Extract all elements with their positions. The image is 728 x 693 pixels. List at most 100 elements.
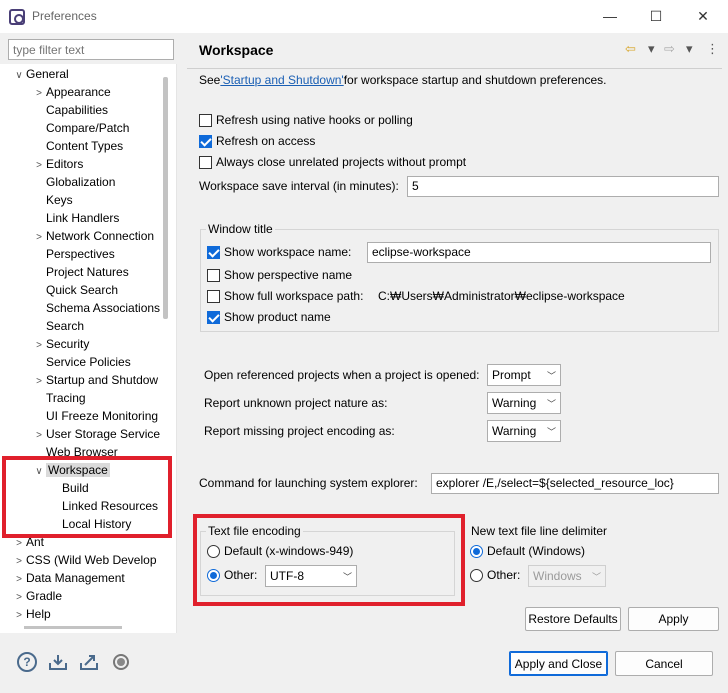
save-interval-label: Workspace save interval (in minutes):: [199, 179, 399, 193]
tree-item[interactable]: Link Handlers: [32, 209, 119, 227]
export-icon[interactable]: [79, 652, 99, 672]
header-separator: [187, 68, 722, 69]
tree-item[interactable]: > Editors: [32, 155, 83, 173]
tree-item[interactable]: Globalization: [32, 173, 115, 191]
delimiter-other-option[interactable]: Other:: [470, 568, 520, 582]
open-referenced-select[interactable]: Prompt ﹀: [487, 364, 561, 386]
show-full-path-option[interactable]: Show full workspace path:: [207, 289, 363, 303]
always-close-checkbox[interactable]: [199, 155, 212, 169]
tree-item[interactable]: Project Natures: [32, 263, 129, 281]
show-workspace-name-option[interactable]: Show workspace name:: [207, 245, 351, 259]
tree-item[interactable]: Tracing: [32, 389, 86, 407]
cancel-button[interactable]: Cancel: [615, 651, 713, 676]
preference-tree: ∨ General > Appearance Capabilities Compare/P…: [0, 64, 177, 633]
missing-encoding-label: Report missing project encoding as:: [204, 424, 395, 438]
show-workspace-name-label: Show workspace name:: [224, 245, 352, 259]
tree-item[interactable]: Quick Search: [32, 281, 118, 299]
tree-item-label: Quick Search: [46, 283, 119, 297]
minimize-button[interactable]: —: [590, 4, 630, 28]
show-perspective-option[interactable]: Show perspective name: [207, 268, 352, 282]
unknown-nature-select[interactable]: Warning ﹀: [487, 392, 561, 414]
expanded-arrow-icon[interactable]: ∨: [12, 67, 26, 85]
show-workspace-name-checkbox[interactable]: [207, 245, 220, 259]
import-icon[interactable]: [48, 652, 68, 672]
delimiter-other-radio[interactable]: [470, 568, 483, 582]
tree-item[interactable]: Perspectives: [32, 245, 115, 263]
view-menu-icon[interactable]: ⋮: [706, 41, 719, 57]
tree-item-label: Help: [26, 607, 51, 621]
delimiter-value: Windows: [533, 569, 582, 583]
tree-item[interactable]: > Appearance: [32, 83, 111, 101]
maximize-button[interactable]: ☐: [636, 4, 676, 28]
missing-encoding-select[interactable]: Warning ﹀: [487, 420, 561, 442]
back-dropdown-icon[interactable]: ▾: [648, 41, 655, 57]
chevron-down-icon: ﹀: [546, 370, 556, 381]
tree-item[interactable]: Keys: [32, 191, 73, 209]
tree-item-label: Globalization: [46, 175, 116, 189]
tree-item[interactable]: > Gradle: [12, 587, 62, 605]
tree-item[interactable]: Search: [32, 317, 84, 335]
tree-item-label: Content Types: [46, 139, 124, 153]
show-full-path-checkbox[interactable]: [207, 289, 220, 303]
tree-item[interactable]: Compare/Patch: [32, 119, 129, 137]
tree-item[interactable]: Capabilities: [32, 101, 108, 119]
show-product-option[interactable]: Show product name: [207, 310, 331, 324]
delimiter-default-radio[interactable]: [470, 544, 483, 558]
refresh-access-option[interactable]: Refresh on access: [199, 134, 315, 148]
explorer-command-input[interactable]: explorer /E,/select=${selected_resource_…: [431, 473, 719, 494]
tree-item[interactable]: ∨ General: [12, 65, 69, 85]
delimiter-default-option[interactable]: Default (Windows): [470, 544, 585, 558]
show-perspective-checkbox[interactable]: [207, 268, 220, 282]
explorer-command-label: Command for launching system explorer:: [199, 476, 418, 490]
tree-item-label: Compare/Patch: [46, 121, 130, 135]
apply-and-close-button[interactable]: Apply and Close: [509, 651, 608, 676]
tree-item[interactable]: > Startup and Shutdow: [32, 371, 158, 389]
unknown-nature-label: Report unknown project nature as:: [204, 396, 388, 410]
show-full-path-label: Show full workspace path:: [224, 289, 364, 303]
open-referenced-label: Open referenced projects when a project …: [204, 368, 480, 382]
show-product-checkbox[interactable]: [207, 310, 220, 324]
collapsed-arrow-icon[interactable]: >: [12, 607, 26, 625]
save-interval-input[interactable]: 5: [407, 176, 719, 197]
back-icon[interactable]: ⇦: [625, 41, 636, 57]
record-icon[interactable]: [111, 652, 131, 672]
tree-item-label: UI Freeze Monitoring: [46, 409, 159, 423]
show-perspective-label: Show perspective name: [224, 268, 353, 282]
restore-defaults-button[interactable]: Restore Defaults: [525, 607, 621, 631]
tree-item[interactable]: Content Types: [32, 137, 123, 155]
tree-item[interactable]: > CSS (Wild Web Develop: [12, 551, 156, 569]
tree-item[interactable]: > User Storage Service: [32, 425, 160, 443]
help-icon[interactable]: ?: [17, 652, 37, 672]
startup-shutdown-link[interactable]: 'Startup and Shutdown': [220, 73, 343, 87]
tree-item[interactable]: UI Freeze Monitoring: [32, 407, 158, 425]
apply-button[interactable]: Apply: [628, 607, 719, 631]
filter-input[interactable]: [8, 39, 174, 60]
missing-encoding-value: Warning: [492, 424, 537, 438]
refresh-native-option[interactable]: Refresh using native hooks or polling: [199, 113, 413, 127]
tree-vertical-scrollbar[interactable]: [163, 77, 168, 319]
tree-item-label: Network Connection: [46, 229, 155, 243]
tree-item[interactable]: > Network Connection: [32, 227, 154, 245]
encoding-highlight-box: [193, 514, 465, 606]
tree-item[interactable]: > Security: [32, 335, 89, 353]
tree-item[interactable]: Service Policies: [32, 353, 131, 371]
workspace-name-input[interactable]: eclipse-workspace: [367, 242, 711, 263]
see-suffix: for workspace startup and shutdown prefe…: [343, 73, 607, 87]
delimiter-select[interactable]: Windows ﹀: [528, 565, 606, 587]
tree-horizontal-scrollbar[interactable]: [24, 626, 122, 629]
tree-item-label: Capabilities: [46, 103, 109, 117]
always-close-option[interactable]: Always close unrelated projects without …: [199, 155, 466, 169]
refresh-access-checkbox[interactable]: [199, 134, 212, 148]
refresh-native-checkbox[interactable]: [199, 113, 212, 127]
tree-item-label: Tracing: [46, 391, 86, 405]
delimiter-other-label: Other:: [487, 568, 521, 582]
see-prefix: See: [199, 73, 221, 87]
tree-item[interactable]: Schema Associations: [32, 299, 160, 317]
tree-item[interactable]: > Help: [12, 605, 51, 623]
tree-item-label: General: [26, 67, 69, 81]
forward-icon[interactable]: ⇨: [664, 41, 675, 57]
close-button[interactable]: ✕: [683, 4, 723, 28]
forward-dropdown-icon[interactable]: ▾: [686, 41, 693, 57]
tree-item[interactable]: > Data Management: [12, 569, 125, 587]
chevron-down-icon: ﹀: [546, 426, 556, 437]
